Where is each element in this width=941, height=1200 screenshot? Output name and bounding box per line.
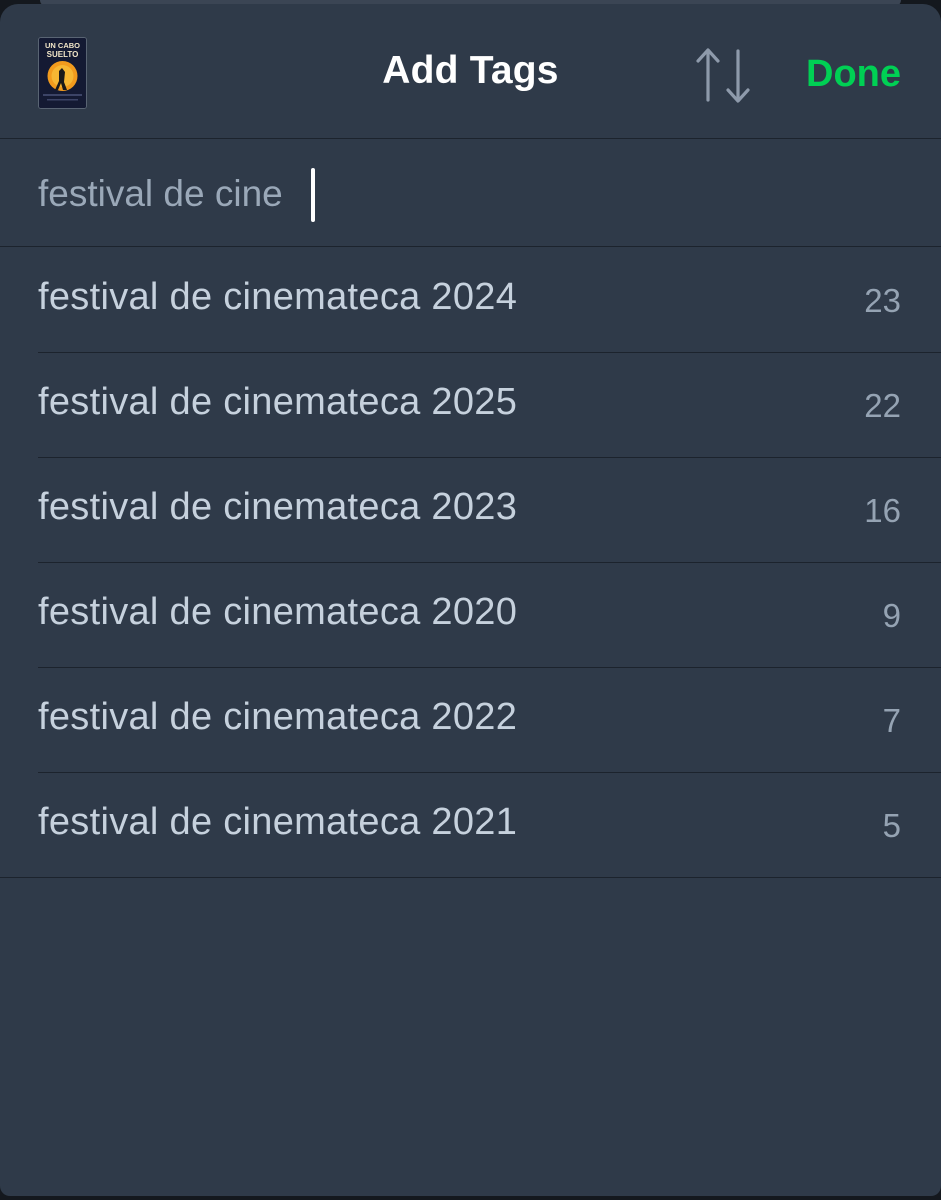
sort-button[interactable] (694, 45, 754, 105)
tag-row[interactable]: festival de cinemateca 2022 7 (38, 668, 941, 773)
tag-count: 16 (864, 492, 901, 529)
tag-count: 22 (864, 387, 901, 424)
tag-name: festival de cinemateca 2020 (38, 591, 518, 633)
tag-name: festival de cinemateca 2023 (38, 486, 518, 528)
tag-row[interactable]: festival de cinemateca 2024 23 (38, 248, 941, 353)
search-row (0, 140, 941, 247)
done-button[interactable]: Done (806, 53, 901, 96)
tag-name: festival de cinemateca 2021 (38, 801, 518, 843)
tag-count: 9 (882, 597, 901, 634)
tag-name: festival de cinemateca 2022 (38, 696, 518, 738)
tag-row[interactable]: festival de cinemateca 2025 22 (38, 353, 941, 458)
tag-search-input[interactable] (38, 166, 898, 222)
tag-row[interactable]: festival de cinemateca 2023 16 (38, 458, 941, 563)
tag-name: festival de cinemateca 2024 (38, 276, 518, 318)
sheet-header: UN CABO SUELTO Add Tags Done (0, 4, 941, 139)
tag-name: festival de cinemateca 2025 (38, 381, 518, 423)
tag-suggestions-list: festival de cinemateca 2024 23 festival … (0, 248, 941, 878)
tag-count: 7 (882, 702, 901, 739)
sort-arrows-icon (696, 48, 750, 103)
tag-row[interactable]: festival de cinemateca 2020 9 (38, 563, 941, 668)
tag-count: 5 (882, 807, 901, 844)
tag-count: 23 (864, 282, 901, 319)
add-tags-sheet: UN CABO SUELTO Add Tags Done festival de… (0, 4, 941, 1196)
page-title: Add Tags (382, 49, 559, 92)
text-cursor (311, 168, 315, 222)
tag-row[interactable]: festival de cinemateca 2021 5 (0, 773, 941, 878)
